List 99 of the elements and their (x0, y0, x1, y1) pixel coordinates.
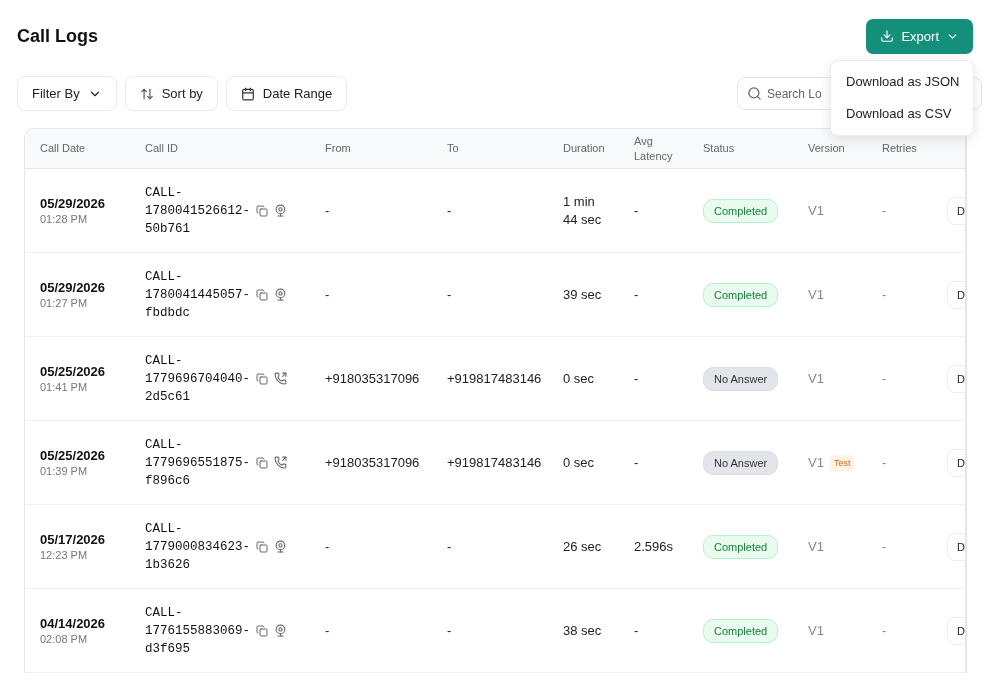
calendar-icon (240, 86, 255, 101)
to-cell-text: +919817483146 (447, 453, 543, 472)
retries-cell-text: - (882, 537, 888, 556)
search-icon (747, 86, 762, 101)
call-time: 02:08 PM (40, 633, 89, 645)
copy-icon[interactable] (256, 204, 269, 217)
webcam-icon (274, 288, 288, 301)
menu-item[interactable]: Download as JSON (831, 66, 973, 98)
status-badge: Completed (703, 198, 779, 223)
status-badge: Completed (703, 534, 779, 559)
status-badge: No Answer (703, 450, 779, 475)
filter-button[interactable]: Filter By (17, 76, 117, 111)
status-badge: Completed (703, 618, 779, 643)
phone-outgoing-icon (274, 372, 288, 385)
column-header: Status (703, 141, 736, 156)
duration-cell-text: 0 sec (563, 369, 596, 388)
latency-cell-text: - (634, 369, 640, 388)
version-cell: V1 (808, 201, 824, 220)
duration-cell-text: 38 sec (563, 621, 603, 640)
call-id: CALL- 1779696704040- 2d5c61 (145, 352, 251, 406)
menu-item[interactable]: Download as CSV (831, 98, 973, 130)
to-cell-text: - (447, 537, 453, 556)
from-cell-text: +918035317096 (325, 369, 421, 388)
column-header: Call ID (145, 141, 179, 156)
latency-cell-text: - (634, 621, 640, 640)
sort-button[interactable]: Sort by (124, 76, 218, 111)
duration-cell-text: 1 min 44 sec (563, 192, 603, 229)
copy-icon[interactable] (256, 540, 269, 553)
webcam-icon (274, 624, 288, 637)
call-time: 01:39 PM (40, 465, 89, 477)
to-cell-text: +919817483146 (447, 369, 543, 388)
retries-cell-text: - (882, 201, 888, 220)
row-action-button[interactable]: D (947, 196, 965, 225)
column-header: Version (808, 141, 846, 156)
retries-cell-text: - (882, 621, 888, 640)
download-icon (880, 29, 895, 43)
call-date: 04/14/2026 (40, 616, 107, 631)
webcam-icon (274, 540, 288, 553)
version-cell: V1 (808, 537, 824, 556)
row-action-button[interactable]: D (947, 280, 965, 309)
copy-icon[interactable] (256, 372, 269, 385)
call-date: 05/25/2026 (40, 364, 107, 379)
column-header: Retries (882, 141, 918, 156)
latency-cell-text: - (634, 285, 640, 304)
call-id: CALL- 1780041445057- fbdbdc (145, 268, 251, 322)
column-header: From (325, 141, 352, 156)
copy-icon[interactable] (256, 456, 269, 469)
column-header: Avg Latency (634, 133, 674, 164)
version-cell: V1 (808, 369, 824, 388)
call-id: CALL- 1780041526612- 50b761 (145, 184, 251, 238)
from-cell-text: - (325, 621, 331, 640)
status-badge: No Answer (703, 366, 779, 391)
call-id: CALL- 1779000834623- 1b3626 (145, 520, 251, 574)
page-title: Call Logs (17, 25, 98, 47)
from-cell-text: - (325, 537, 331, 556)
column-header: To (447, 141, 460, 156)
column-header: Duration (563, 141, 606, 156)
from-cell-text: - (325, 285, 331, 304)
status-badge: Completed (703, 282, 779, 307)
call-date: 05/29/2026 (40, 196, 107, 211)
latency-cell-text: - (634, 453, 640, 472)
phone-outgoing-icon (274, 456, 288, 469)
latency-cell-text: 2.596s (634, 537, 675, 556)
from-cell-text: - (325, 201, 331, 220)
call-id: CALL- 1776155883069- d3f695 (145, 604, 251, 658)
copy-icon[interactable] (256, 288, 269, 301)
duration-cell-text: 39 sec (563, 285, 603, 304)
duration-cell-text: 26 sec (563, 537, 603, 556)
to-cell-text: - (447, 621, 453, 640)
version-cell: V1 (808, 285, 824, 304)
row-action-button[interactable]: D (947, 448, 965, 477)
from-cell-text: +918035317096 (325, 453, 421, 472)
retries-cell-text: - (882, 369, 888, 388)
to-cell-text: - (447, 285, 453, 304)
call-id: CALL- 1779696551875- f896c6 (145, 436, 251, 490)
call-date: 05/29/2026 (40, 280, 107, 295)
row-action-button[interactable]: D (947, 532, 965, 561)
version-cell: V1 (808, 621, 824, 640)
to-cell-text: - (447, 201, 453, 220)
date-range-button[interactable]: Date Range (225, 76, 348, 111)
row-action-button[interactable]: D (947, 364, 965, 393)
sort-icon (139, 86, 154, 101)
column-header: Call Date (40, 141, 87, 156)
export-button[interactable]: Export (866, 18, 973, 54)
call-date: 05/17/2026 (40, 532, 107, 547)
version-cell: V1 (808, 453, 824, 472)
row-action-button[interactable]: D (947, 616, 965, 645)
call-date: 05/25/2026 (40, 448, 107, 463)
retries-cell-text: - (882, 285, 888, 304)
copy-icon[interactable] (256, 624, 269, 637)
retries-cell-text: - (882, 453, 888, 472)
call-time: 01:28 PM (40, 213, 89, 225)
duration-cell-text: 0 sec (563, 453, 596, 472)
test-tag: Test (829, 454, 855, 471)
latency-cell-text: - (634, 201, 640, 220)
call-time: 01:41 PM (40, 381, 89, 393)
call-time: 01:27 PM (40, 297, 89, 309)
call-time: 12:23 PM (40, 549, 89, 561)
webcam-icon (274, 204, 288, 217)
